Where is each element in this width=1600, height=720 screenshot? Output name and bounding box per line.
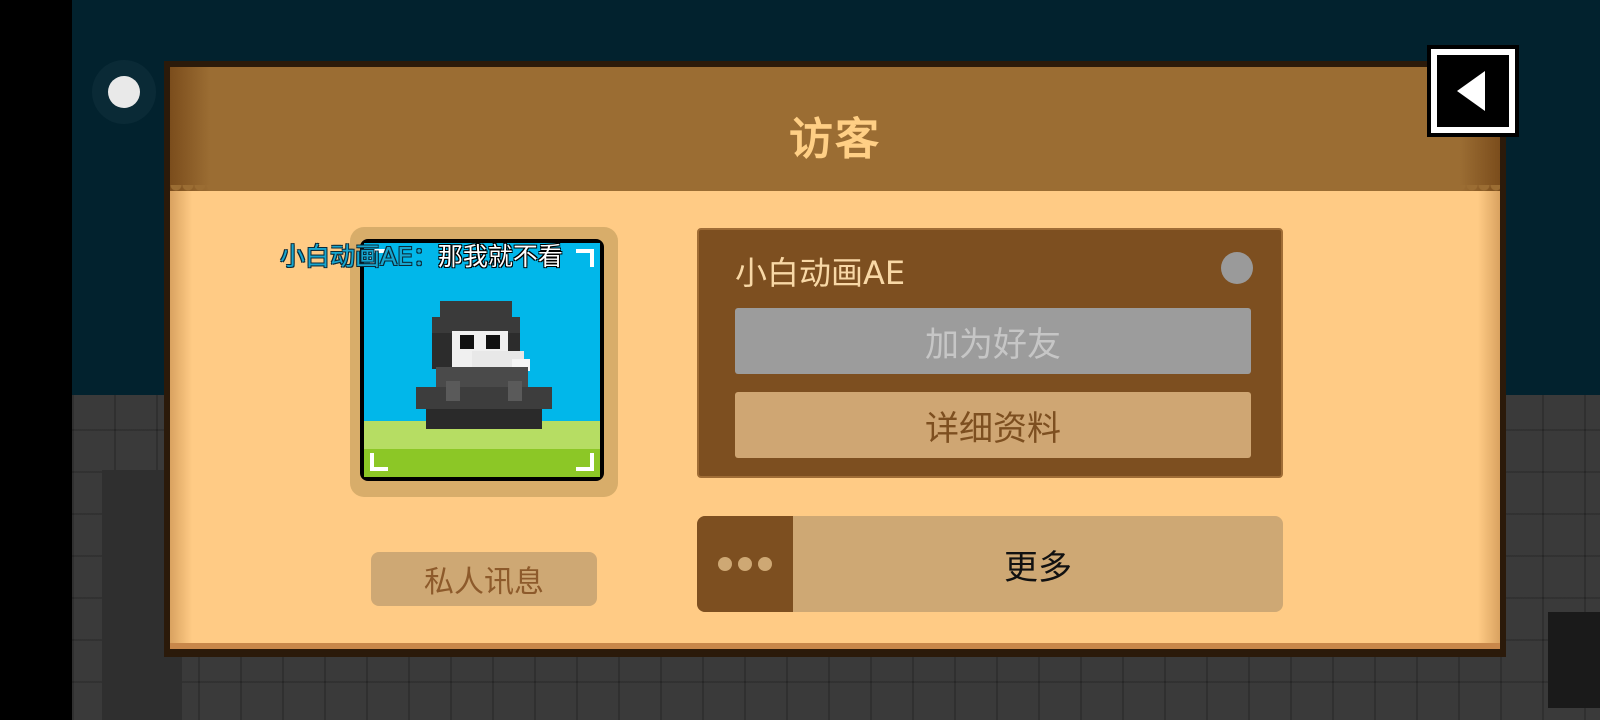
player-name: 小白动画AE: [735, 254, 906, 292]
avatar-grass: [364, 421, 600, 477]
ellipsis-icon: [697, 516, 793, 612]
corner-bracket: [576, 249, 594, 267]
corner-bracket: [370, 453, 388, 471]
dialog-bottom-edge: [170, 643, 1500, 649]
add-friend-button[interactable]: 加为好友: [735, 308, 1251, 374]
more-button[interactable]: 更多: [697, 516, 1283, 612]
left-letterbox: [0, 0, 72, 720]
back-button[interactable]: [1427, 45, 1519, 137]
chat-sender-name: 小白动画AE：: [280, 242, 438, 271]
plague-doctor-character-icon: [416, 301, 552, 429]
corner-bracket: [576, 453, 594, 471]
edge-object: [1548, 612, 1600, 708]
details-button[interactable]: 详细资料: [735, 392, 1251, 458]
player-info-panel: 小白动画AE 加为好友 详细资料: [697, 228, 1283, 478]
back-arrow-icon: [1457, 71, 1485, 111]
dialog-header: 访客: [170, 67, 1500, 191]
online-status-icon: [1221, 252, 1253, 284]
chat-message: 小白动画AE：那我就不看: [280, 237, 563, 273]
avatar[interactable]: [360, 239, 604, 481]
header-scallop-edge: [170, 185, 1500, 197]
chat-message-text: 那我就不看: [437, 242, 563, 271]
dialog-title: 访客: [789, 114, 881, 165]
more-label: 更多: [1004, 547, 1072, 588]
status-dot-icon[interactable]: [92, 60, 156, 124]
private-message-button[interactable]: 私人讯息: [371, 552, 597, 606]
